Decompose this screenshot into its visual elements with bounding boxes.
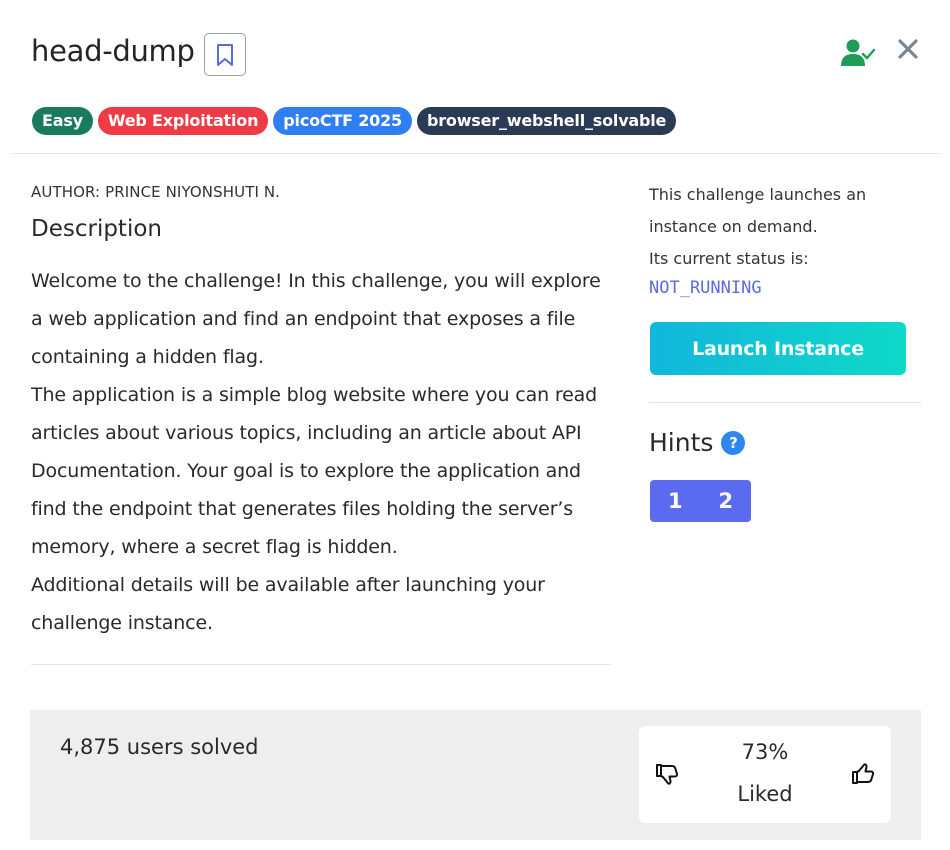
challenge-title: head-dump [31,34,195,68]
divider [31,664,611,665]
user-check-icon[interactable] [840,38,876,68]
description-body: Welcome to the challenge! In this challe… [31,262,616,642]
tag-event: picoCTF 2025 [273,107,412,135]
like-card: 73% Liked [639,726,891,823]
bookmark-icon [217,43,233,66]
divider [649,402,921,403]
bookmark-button[interactable] [204,33,246,76]
hints-heading: Hints ? [649,428,746,457]
question-circle-icon[interactable]: ? [721,430,746,455]
author-line: AUTHOR: PRINCE NIYONSHUTI N. [31,183,281,201]
description-paragraph: Welcome to the challenge! In this challe… [31,270,601,368]
thumbs-up-icon[interactable] [851,762,875,786]
launch-instance-button[interactable]: Launch Instance [650,322,906,375]
close-icon[interactable] [896,36,920,62]
hints-heading-label: Hints [649,428,714,457]
hint-button-2[interactable]: 2 [701,480,752,522]
hint-button-1[interactable]: 1 [650,480,701,522]
tag-category: Web Exploitation [97,107,269,135]
tag-list: Easy Web Exploitation picoCTF 2025 brows… [32,107,677,135]
instance-status-label: Its current status is: [649,249,809,268]
description-paragraph: The application is a simple blog website… [31,384,598,558]
solved-count: 4,875 users solved [60,735,259,759]
tag-difficulty: Easy [32,107,93,135]
instance-info-line: This challenge launches an instance on d… [649,185,867,236]
instance-status-value: NOT_RUNNING [649,278,762,298]
description-heading: Description [31,216,162,242]
tag-webshell: browser_webshell_solvable [416,107,677,135]
hint-button-group: 1 2 [650,480,751,522]
description-paragraph: Additional details will be available aft… [31,574,545,634]
instance-info: This challenge launches an instance on d… [649,179,909,275]
stats-footer: 4,875 users solved 73% Liked [30,710,921,840]
divider [12,153,940,154]
liked-percent: 73% [741,740,789,764]
